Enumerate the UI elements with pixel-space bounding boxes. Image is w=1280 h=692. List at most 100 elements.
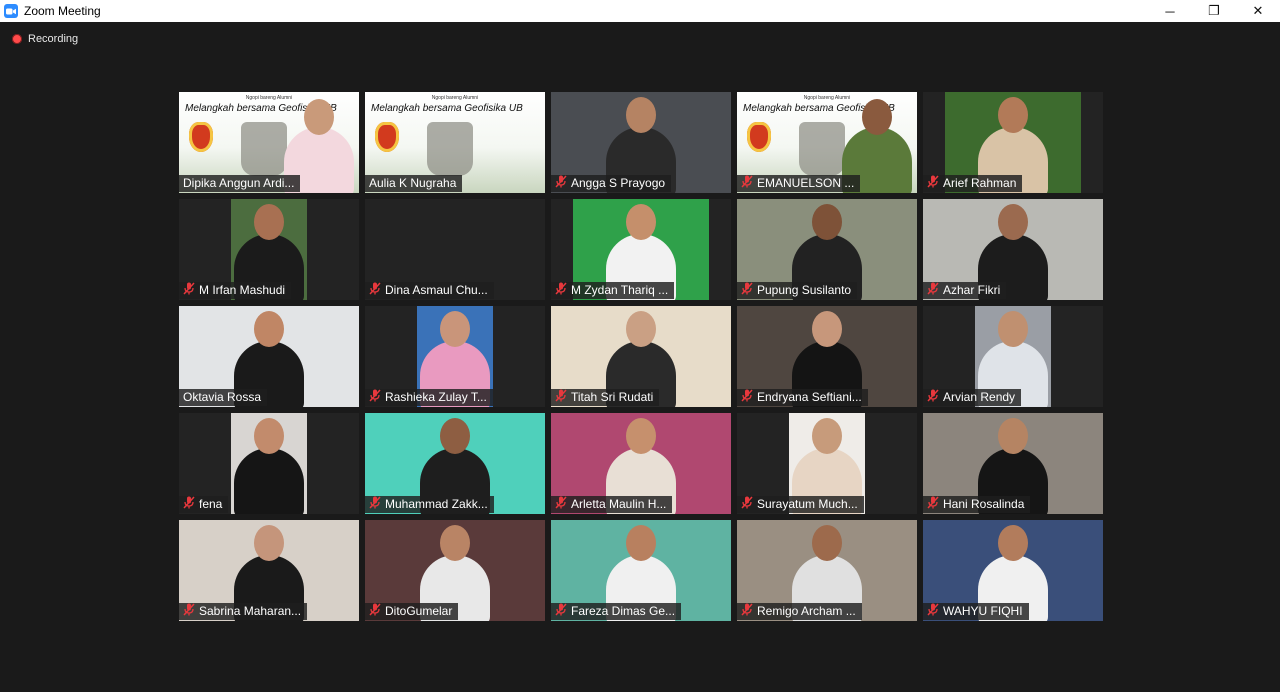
- participant-tile[interactable]: Arief Rahman: [923, 92, 1103, 193]
- coffee-cup-image: [427, 122, 473, 176]
- participant-tile[interactable]: fena: [179, 413, 359, 514]
- slide-caption: Ngopi bareng Alumni: [803, 95, 851, 101]
- participant-tile[interactable]: Arletta Maulin H...: [551, 413, 731, 514]
- participant-tile[interactable]: WAHYU FIQHI: [923, 520, 1103, 621]
- muted-mic-icon: [369, 495, 385, 514]
- participant-face: [998, 311, 1028, 347]
- participant-tile[interactable]: Ngopi bareng Alumni Melangkah bersama Geo…: [179, 92, 359, 193]
- participant-name: Surayatum Much...: [757, 497, 858, 511]
- participant-tile[interactable]: Surayatum Much...: [737, 413, 917, 514]
- participant-name: Arief Rahman: [943, 176, 1017, 190]
- participant-name-tag: Arletta Maulin H...: [551, 495, 673, 514]
- participant-name-tag: Pupung Susilanto: [737, 281, 858, 299]
- participant-name: Remigo Archam ...: [757, 604, 856, 618]
- participant-face: [440, 525, 470, 561]
- participant-tile[interactable]: Endryana Seftiani...: [737, 306, 917, 407]
- participant-tile[interactable]: Dina Asmaul Chu...: [365, 199, 545, 300]
- participant-tile[interactable]: M Irfan Mashudi: [179, 199, 359, 300]
- participant-face: [998, 525, 1028, 561]
- muted-mic-icon: [927, 174, 943, 193]
- participant-name-tag: Fareza Dimas Ge...: [551, 602, 682, 621]
- participant-tile[interactable]: Oktavia Rossa: [179, 306, 359, 407]
- participant-name: Rashieka Zulay T...: [385, 390, 487, 404]
- recording-indicator[interactable]: Recording: [12, 33, 78, 45]
- university-logo: [375, 122, 399, 152]
- participant-face: [998, 204, 1028, 240]
- muted-mic-icon: [741, 388, 757, 407]
- participant-tile[interactable]: Angga S Prayogo: [551, 92, 731, 193]
- participant-name-tag: Arvian Rendy: [923, 388, 1022, 407]
- muted-mic-icon: [555, 281, 571, 300]
- gallery-view: Ngopi bareng Alumni Melangkah bersama Geo…: [179, 92, 1103, 621]
- participant-tile[interactable]: Remigo Archam ...: [737, 520, 917, 621]
- participant-face: [440, 311, 470, 347]
- participant-name-tag: Muhammad Zakk...: [365, 495, 494, 514]
- participant-tile[interactable]: Titah Sri Rudati: [551, 306, 731, 407]
- participant-name: fena: [199, 497, 223, 511]
- participant-tile[interactable]: DitoGumelar: [365, 520, 545, 621]
- muted-mic-icon: [369, 388, 385, 407]
- participant-tile[interactable]: Arvian Rendy: [923, 306, 1103, 407]
- participant-tile[interactable]: Rashieka Zulay T...: [365, 306, 545, 407]
- participant-name: Dipika Anggun Ardi...: [183, 176, 295, 190]
- participant-face: [998, 97, 1028, 133]
- participant-tile[interactable]: Hani Rosalinda: [923, 413, 1103, 514]
- coffee-cup-image: [241, 122, 287, 176]
- participant-name: Azhar Fikri: [943, 283, 1001, 297]
- muted-mic-icon: [555, 602, 571, 621]
- participant-tile[interactable]: Fareza Dimas Ge...: [551, 520, 731, 621]
- participant-face: [254, 525, 284, 561]
- participant-face: [812, 204, 842, 240]
- close-button[interactable]: ✕: [1236, 0, 1280, 22]
- participant-tile[interactable]: Sabrina Maharan...: [179, 520, 359, 621]
- recording-label: Recording: [28, 33, 79, 45]
- participant-name-tag: Angga S Prayogo: [551, 174, 672, 193]
- participant-face: [626, 311, 656, 347]
- participant-name-tag: Arief Rahman: [923, 174, 1023, 193]
- participant-tile[interactable]: Muhammad Zakk...: [365, 413, 545, 514]
- slide-title: Melangkah bersama Geofisika UB: [371, 103, 523, 114]
- participant-tile[interactable]: Ngopi bareng Alumni Melangkah bersama Geo…: [737, 92, 917, 193]
- muted-mic-icon: [927, 388, 943, 407]
- university-logo: [189, 122, 213, 152]
- participant-name-tag: fena: [179, 495, 229, 513]
- participant-video: [231, 413, 307, 514]
- participant-name-tag: Dipika Anggun Ardi...: [179, 175, 301, 192]
- participant-name: Arletta Maulin H...: [571, 497, 667, 511]
- muted-mic-icon: [555, 388, 571, 407]
- participant-name: Muhammad Zakk...: [385, 497, 488, 511]
- minimize-button[interactable]: ─: [1148, 0, 1192, 22]
- participant-face: [626, 525, 656, 561]
- participant-tile[interactable]: Azhar Fikri: [923, 199, 1103, 300]
- participant-face: [998, 418, 1028, 454]
- participant-name-tag: Hani Rosalinda: [923, 495, 1031, 513]
- participant-name: M Zydan Thariq ...: [571, 283, 669, 297]
- participant-name-tag: DitoGumelar: [365, 602, 459, 620]
- participant-face: [440, 418, 470, 454]
- participant-tile[interactable]: Ngopi bareng Alumni Melangkah bersama Geo…: [365, 92, 545, 193]
- participant-name: M Irfan Mashudi: [199, 283, 286, 297]
- participant-face: [626, 418, 656, 454]
- participant-tile[interactable]: M Zydan Thariq ...: [551, 199, 731, 300]
- muted-mic-icon: [555, 174, 571, 193]
- muted-mic-icon: [927, 281, 943, 300]
- slide-caption: Ngopi bareng Alumni: [431, 95, 479, 101]
- muted-mic-icon: [183, 602, 199, 621]
- participant-name: EMANUELSON ...: [757, 176, 855, 190]
- muted-mic-icon: [927, 602, 943, 621]
- participant-tile[interactable]: Pupung Susilanto: [737, 199, 917, 300]
- participant-face: [862, 99, 893, 135]
- participant-face: [626, 204, 656, 240]
- participant-name-tag: Surayatum Much...: [737, 495, 864, 513]
- muted-mic-icon: [183, 281, 199, 300]
- participant-name-tag: Rashieka Zulay T...: [365, 388, 493, 407]
- participant-face: [254, 204, 284, 240]
- muted-mic-icon: [555, 495, 571, 514]
- participant-face: [812, 311, 842, 347]
- slide-caption: Ngopi bareng Alumni: [245, 95, 293, 101]
- restore-button[interactable]: ❐: [1192, 0, 1236, 22]
- participant-face: [812, 418, 842, 454]
- participant-name: WAHYU FIQHI: [943, 604, 1023, 618]
- participant-name-tag: WAHYU FIQHI: [923, 602, 1029, 621]
- participant-name: Hani Rosalinda: [943, 497, 1025, 511]
